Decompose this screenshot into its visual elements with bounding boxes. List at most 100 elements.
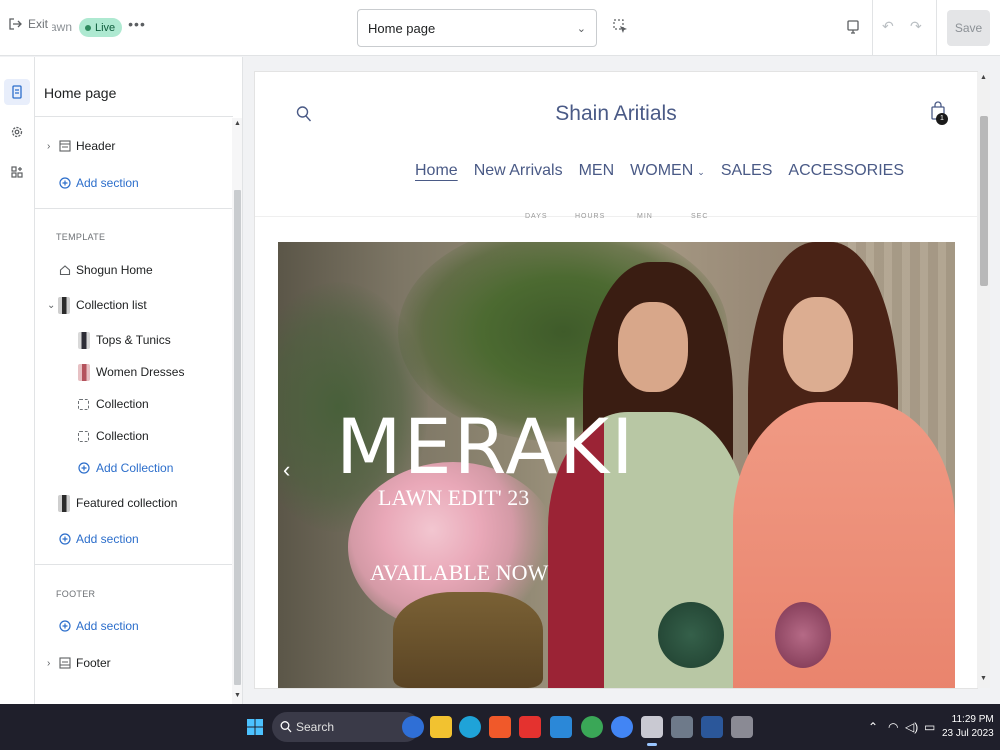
hero-cta: AVAILABLE NOW [370, 560, 549, 585]
sections-sidebar: Home page › Header Add section TEMPLATE … [35, 57, 243, 704]
nav-home[interactable]: Home [415, 162, 458, 180]
redo-icon[interactable]: ↷ [910, 18, 926, 36]
sidebar-scrollbar[interactable]: ▲ ▼ [232, 118, 242, 704]
undo-icon[interactable]: ↶ [882, 18, 898, 36]
taskbar-clock[interactable]: 11:29 PM 23 Jul 2023 [942, 713, 994, 741]
hero-banner[interactable]: MERAKI LAWN EDIT' 23 AVAILABLE NOW ‹ › [278, 242, 955, 688]
chrome-browser-icon[interactable] [581, 716, 603, 738]
featured-collection-label: Featured collection [76, 496, 178, 510]
preview-scroll-thumb[interactable] [980, 116, 988, 286]
desktop-preview-icon[interactable] [845, 18, 861, 36]
nav-new-arrivals[interactable]: New Arrivals [474, 162, 563, 180]
collection-block-item[interactable]: Tops & Tunics [35, 326, 231, 354]
hero-flower-pot [393, 592, 543, 688]
wifi-icon[interactable]: ◠ [888, 720, 898, 734]
anydesk-icon[interactable] [519, 716, 541, 738]
shogun-home-item[interactable]: Shogun Home [35, 256, 231, 284]
collection-list-item[interactable]: ⌄ Collection list [35, 291, 231, 319]
theme-settings-tab[interactable] [4, 119, 30, 145]
footer-heading: FOOTER [56, 589, 96, 599]
sidebar-divider [35, 208, 232, 209]
nav-sales[interactable]: SALES [721, 162, 773, 180]
sidebar-divider [35, 564, 232, 565]
chrome-profile-icon[interactable] [611, 716, 633, 738]
collection-block-label: Collection [96, 429, 149, 443]
bing-app-icon[interactable] [402, 716, 424, 738]
shogun-home-label: Shogun Home [76, 263, 153, 277]
store-logo-title[interactable]: Shain Aritials [255, 102, 977, 126]
hero-title: MERAKI [336, 402, 636, 491]
add-section-button[interactable]: Add section [35, 612, 231, 640]
editor-topbar: Exit awn Live ••• Home page ⌄ ↶ ↷ Save [0, 0, 1000, 56]
collection-block-item[interactable]: Collection [35, 390, 231, 418]
chevron-down-icon: ⌄ [697, 167, 705, 177]
add-collection-label: Add Collection [96, 461, 174, 475]
collection-block-item[interactable]: Collection [35, 422, 231, 450]
scroll-down-icon[interactable]: ▼ [980, 675, 987, 682]
app-embeds-tab[interactable] [4, 159, 30, 185]
collection-block-item[interactable]: Women Dresses [35, 358, 231, 386]
windows-start-icon[interactable] [246, 718, 264, 736]
store-preview: Shain Aritials 1 Home New Arrivals MEN W… [255, 72, 977, 688]
scroll-up-icon[interactable]: ▲ [234, 120, 241, 127]
snipping-tool-icon[interactable] [641, 716, 663, 746]
volume-icon[interactable]: ◁) [905, 720, 918, 734]
more-actions-button[interactable]: ••• [126, 16, 148, 38]
footer-section-item[interactable]: › Footer [35, 649, 231, 677]
installer-app-icon[interactable] [731, 716, 753, 738]
theme-name: awn [52, 20, 72, 34]
inspector-icon[interactable] [612, 18, 630, 36]
icon-rail [0, 57, 35, 704]
sidebar-scroll-thumb[interactable] [234, 190, 241, 685]
header-section-item[interactable]: › Header [35, 132, 231, 160]
dashed-placeholder-icon [77, 429, 90, 443]
calculator-icon[interactable] [671, 716, 693, 738]
collection-thumbnail-icon [77, 363, 90, 381]
live-label: Live [95, 21, 116, 34]
scroll-down-icon[interactable]: ▼ [234, 692, 241, 699]
taskbar-search-label: Search [296, 720, 335, 734]
add-collection-button[interactable]: Add Collection [35, 454, 231, 482]
brave-browser-icon[interactable] [489, 716, 511, 738]
nav-accessories[interactable]: ACCESSORIES [788, 162, 904, 180]
add-section-button[interactable]: Add section [35, 169, 231, 197]
featured-collection-item[interactable]: Featured collection [35, 489, 231, 517]
save-button[interactable]: Save [947, 10, 990, 46]
notepad-icon[interactable] [550, 716, 572, 738]
chevron-left-icon[interactable]: ‹ [283, 457, 290, 483]
nav-men[interactable]: MEN [579, 162, 615, 180]
chevron-right-icon: › [47, 140, 51, 152]
add-section-button[interactable]: Add section [35, 525, 231, 553]
page-selector[interactable]: Home page ⌄ [357, 9, 597, 47]
exit-button[interactable]: Exit [8, 17, 48, 31]
taskbar-search[interactable]: Search [272, 712, 420, 742]
sections-tab[interactable] [4, 79, 30, 105]
nav-women[interactable]: WOMEN ⌄ [630, 162, 705, 180]
dashed-placeholder-icon [77, 397, 90, 411]
collection-thumbnail-icon [77, 331, 90, 349]
add-section-label: Add section [76, 532, 139, 546]
collection-block-label: Collection [96, 397, 149, 411]
hero-clutch [775, 602, 831, 668]
preview-scrollbar[interactable]: ▲ ▼ [977, 72, 990, 688]
nav-divider [255, 216, 977, 217]
countdown-label: HOURS [575, 213, 606, 220]
exit-label: Exit [28, 17, 49, 31]
chevron-up-icon[interactable]: ⌃ [868, 720, 878, 734]
chevron-down-icon: ⌄ [47, 299, 56, 311]
edge-browser-icon[interactable] [459, 716, 481, 738]
word-app-icon[interactable] [701, 716, 723, 738]
scroll-up-icon[interactable]: ▲ [980, 74, 987, 81]
plus-circle-icon [58, 176, 71, 190]
sections-icon [12, 85, 22, 99]
clock-date: 23 Jul 2023 [942, 728, 994, 739]
battery-icon[interactable]: ▭ [924, 720, 935, 734]
collection-thumbnail-icon [57, 296, 70, 314]
clock-time: 11:29 PM [951, 714, 994, 725]
chevron-down-icon: ⌄ [576, 23, 586, 35]
countdown-label: SEC [691, 213, 709, 220]
plus-circle-icon [58, 619, 71, 633]
live-dot-icon [85, 24, 91, 31]
page-selector-value: Home page [368, 21, 436, 36]
file-explorer-icon[interactable] [430, 716, 452, 738]
